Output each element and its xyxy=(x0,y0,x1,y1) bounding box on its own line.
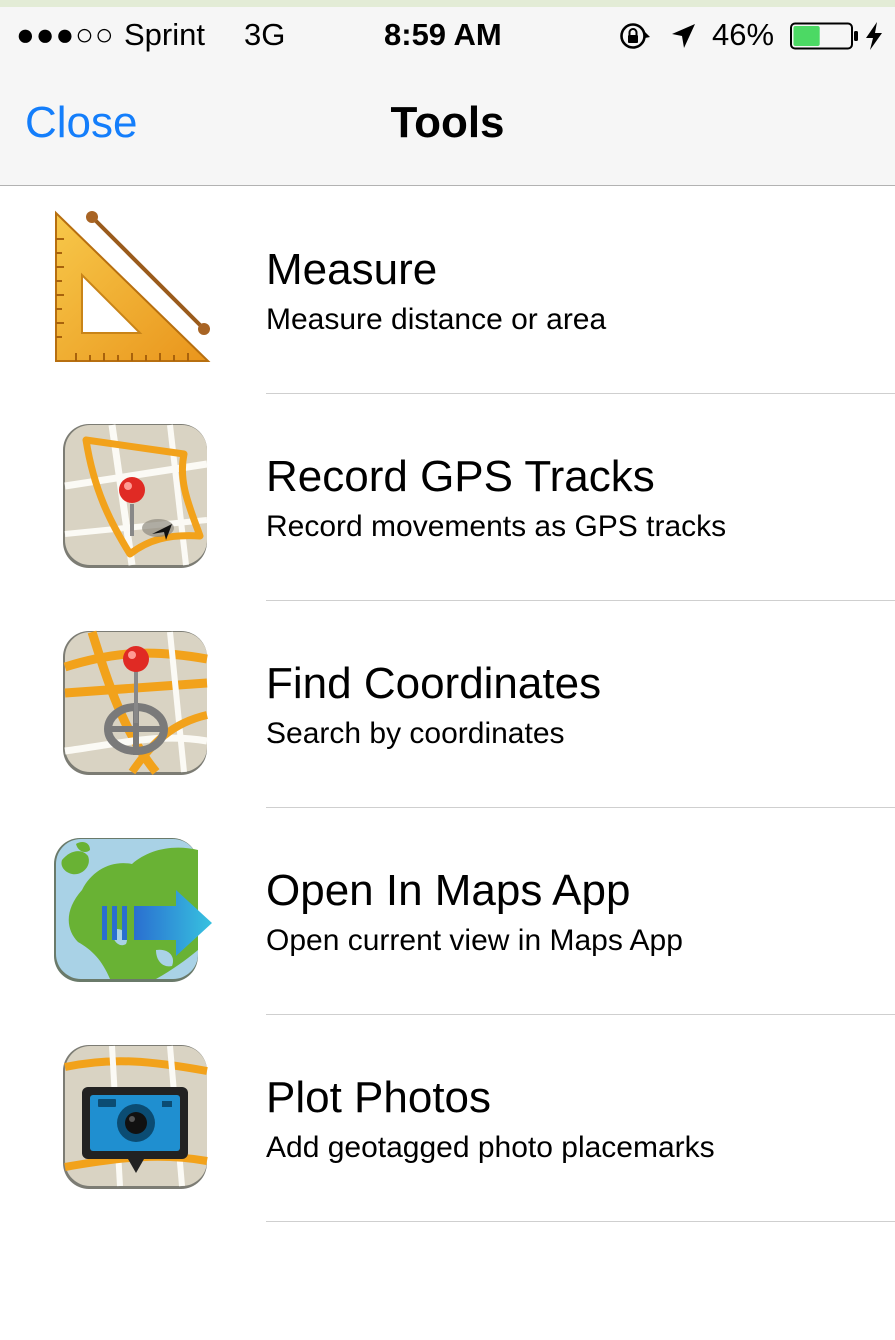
carrier-name: Sprint xyxy=(124,17,205,52)
navigation-bar: Close Tools xyxy=(0,62,895,186)
location-arrow-icon xyxy=(669,21,697,58)
list-item-find-coordinates[interactable]: Find Coordinates Search by coordinates xyxy=(0,601,895,808)
signal-strength: ●●●○○ xyxy=(16,17,115,52)
ruler-triangle-icon xyxy=(52,209,214,371)
network-type: 3G xyxy=(244,17,286,52)
row-subtitle: Search by coordinates xyxy=(266,717,565,750)
charging-bolt-icon xyxy=(864,21,884,58)
list-item-measure[interactable]: Measure Measure distance or area xyxy=(0,187,895,394)
page-title: Tools xyxy=(390,98,505,147)
list-item-plot-photos[interactable]: Plot Photos Add geotagged photo placemar… xyxy=(0,1015,895,1222)
row-title: Record GPS Tracks xyxy=(266,452,655,501)
battery-icon xyxy=(790,22,860,57)
top-accent-strip xyxy=(0,0,895,7)
battery-percent: 46% xyxy=(712,17,775,52)
status-time: 8:59 AM xyxy=(384,17,502,52)
row-subtitle: Measure distance or area xyxy=(266,303,607,336)
list-item-open-in-maps-app[interactable]: Open In Maps App Open current view in Ma… xyxy=(0,808,895,1015)
rotation-lock-icon xyxy=(619,21,653,58)
row-title: Measure xyxy=(266,245,438,294)
row-subtitle: Record movements as GPS tracks xyxy=(266,510,727,543)
row-separator xyxy=(266,1221,895,1222)
coordinates-crosshair-map-icon xyxy=(52,623,214,785)
list-item-record-gps-tracks[interactable]: Record GPS Tracks Record movements as GP… xyxy=(0,394,895,601)
row-subtitle: Open current view in Maps App xyxy=(266,924,683,957)
row-title: Find Coordinates xyxy=(266,659,602,708)
camera-map-icon xyxy=(52,1037,214,1199)
europe-map-arrow-icon xyxy=(52,830,214,992)
row-title: Open In Maps App xyxy=(266,866,631,915)
row-title: Plot Photos xyxy=(266,1073,492,1122)
status-bar: ●●●○○ Sprint 3G 8:59 AM 46% xyxy=(0,7,895,62)
row-subtitle: Add geotagged photo placemarks xyxy=(266,1131,715,1164)
gps-track-map-icon xyxy=(52,416,214,578)
